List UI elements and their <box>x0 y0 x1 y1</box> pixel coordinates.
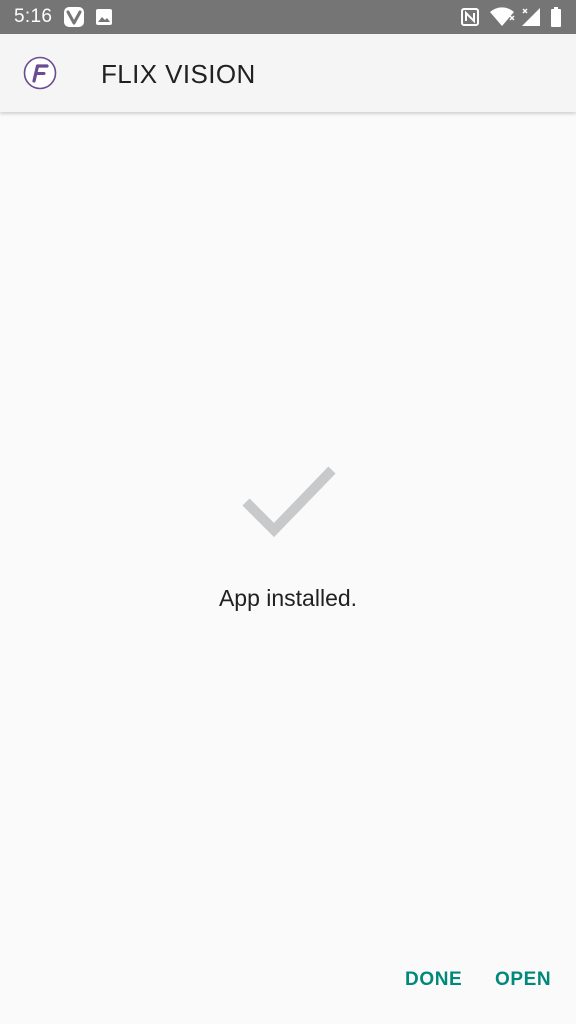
image-icon <box>94 0 114 34</box>
done-button[interactable]: DONE <box>401 962 466 998</box>
status-time: 5:16 <box>14 6 53 27</box>
screen: 5:16 FLIX VISION App installed. DONE OPE… <box>0 0 576 1024</box>
status-bar: 5:16 <box>0 0 576 34</box>
app-bar: FLIX VISION <box>0 34 576 112</box>
vivaldi-icon <box>62 0 86 34</box>
install-message: App installed. <box>218 585 358 611</box>
open-button[interactable]: OPEN <box>491 962 555 998</box>
battery-icon <box>549 0 563 34</box>
app-title: FLIX VISION <box>101 59 256 89</box>
nfc-icon <box>459 0 481 34</box>
checkmark-icon <box>240 462 338 538</box>
wifi-icon <box>488 0 516 34</box>
flix-vision-logo-icon <box>23 56 57 90</box>
signal-icon <box>519 0 543 34</box>
